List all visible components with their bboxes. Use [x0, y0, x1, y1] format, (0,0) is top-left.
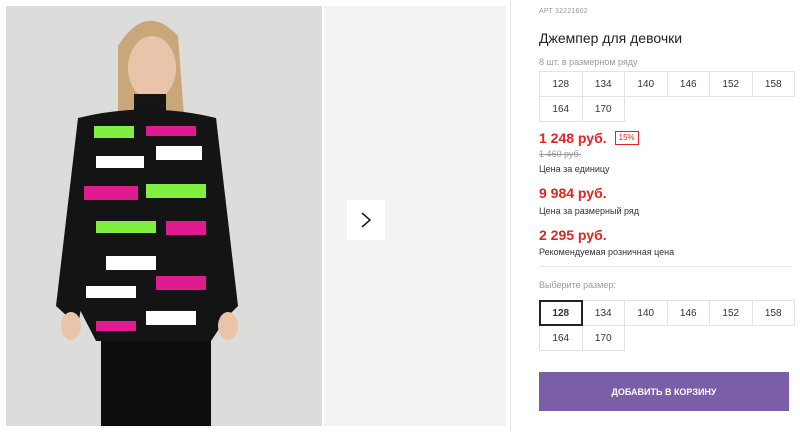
row-price-caption: Цена за размерный ряд [539, 206, 640, 216]
size-option-170[interactable]: 170 [581, 325, 625, 351]
chevron-right-icon [361, 212, 372, 228]
size-option-164[interactable]: 164 [539, 325, 583, 351]
old-price: 1 460 руб. [539, 149, 582, 159]
size-row-caption: 8 шт. в размерном ряду [539, 57, 638, 67]
unit-price-block: 1 248 руб. 15% [539, 130, 639, 146]
size-option-134[interactable]: 134 [581, 300, 625, 326]
size-option-152[interactable]: 152 [709, 300, 753, 326]
retail-price-caption: Рекомендуемая розничная цена [539, 247, 675, 257]
size-row-cell: 128 [539, 71, 583, 97]
size-row-cell: 152 [709, 71, 753, 97]
vertical-divider [510, 0, 511, 432]
size-row-grid: 128 134 140 146 152 158 164 170 [539, 71, 795, 122]
product-gallery [6, 6, 506, 426]
unit-price: 1 248 руб. [539, 130, 607, 146]
size-row-cell: 170 [581, 96, 625, 122]
discount-badge: 15% [614, 131, 639, 145]
size-option-140[interactable]: 140 [624, 300, 668, 326]
size-row-cell: 134 [581, 71, 625, 97]
retail-price: 2 295 руб. [539, 227, 607, 243]
size-row-cell: 146 [666, 71, 710, 97]
size-row-cell: 140 [624, 71, 668, 97]
product-photo-illustration [6, 6, 322, 426]
product-title: Джемпер для девочки [539, 30, 683, 46]
row-price: 9 984 руб. [539, 185, 607, 201]
unit-price-caption: Цена за единицу [539, 164, 610, 174]
size-row-cell: 164 [539, 96, 583, 122]
next-photo-button[interactable] [347, 200, 385, 240]
size-option-158[interactable]: 158 [751, 300, 795, 326]
article-number: АРТ 32221602 [539, 8, 588, 15]
section-divider [539, 266, 791, 267]
size-selector: 128 134 140 146 152 158 164 170 [539, 300, 795, 351]
add-to-cart-button[interactable]: ДОБАВИТЬ В КОРЗИНУ [539, 372, 789, 411]
size-row-cell: 158 [751, 71, 795, 97]
choose-size-label: Выберите размер: [539, 280, 616, 290]
product-photo[interactable] [6, 6, 322, 426]
size-option-128[interactable]: 128 [539, 300, 583, 326]
size-option-146[interactable]: 146 [666, 300, 710, 326]
